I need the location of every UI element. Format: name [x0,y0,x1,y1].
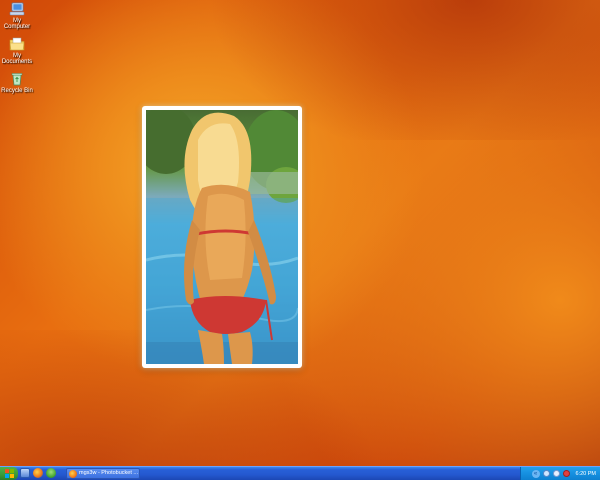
desktop-icon-my-computer[interactable]: My Computer [0,2,34,30]
documents-folder-icon [9,37,25,51]
desktop-icon-label: My Documents [1,53,33,65]
desktop-icon-recycle-bin[interactable]: Recycle Bin [0,72,34,94]
tray-expand-icon[interactable]: « [531,469,540,478]
photo-illustration [146,110,298,364]
system-tray: « 6:20 PM [520,467,600,480]
taskbar: mgs3w - Photobucket ... « 6:20 PM [0,466,600,480]
volume-icon[interactable] [552,470,560,477]
recycle-bin-icon [11,73,23,86]
photo-image [146,110,298,364]
firefox-icon [69,470,77,478]
clock[interactable]: 6:20 PM [576,471,596,477]
desktop-icon-label: Recycle Bin [1,88,33,94]
taskbar-window-label: mgs3w - Photobucket ... [79,470,138,476]
network-icon[interactable] [542,470,550,477]
firefox-icon[interactable] [33,468,43,478]
show-desktop-icon[interactable] [20,468,30,478]
quick-launch-bar [20,468,56,479]
desktop-icon-label: My Computer [3,18,31,30]
messenger-icon[interactable] [46,468,56,478]
windows-logo-icon [4,469,14,478]
security-icon[interactable] [562,470,570,477]
desktop-icon-my-documents[interactable]: My Documents [0,37,34,65]
taskbar-window-button[interactable]: mgs3w - Photobucket ... [66,468,140,479]
start-button[interactable] [0,467,18,480]
photo-widget[interactable] [142,106,302,368]
computer-icon [9,2,25,16]
